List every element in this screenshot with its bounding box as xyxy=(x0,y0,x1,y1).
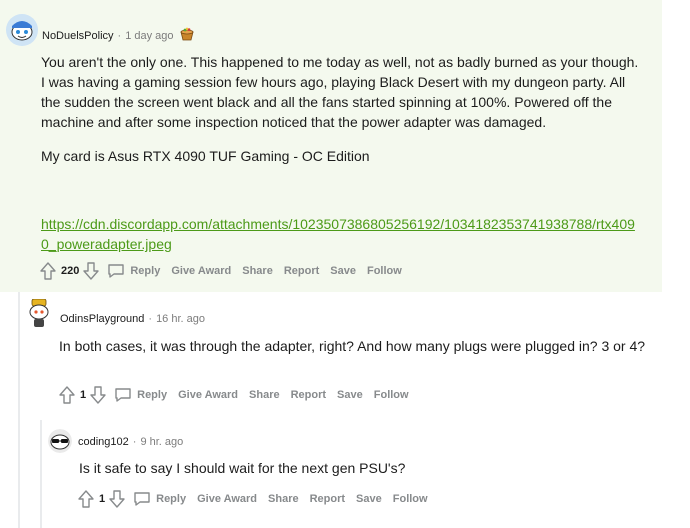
follow-button[interactable]: Follow xyxy=(393,493,428,505)
separator-dot: · xyxy=(117,29,122,42)
follow-button[interactable]: Follow xyxy=(374,389,409,401)
comment-paragraph: My card is Asus RTX 4090 TUF Gaming - OC… xyxy=(41,148,370,164)
reply-bubble-icon xyxy=(115,388,131,402)
report-button[interactable]: Report xyxy=(291,389,326,401)
comment-actions: 1 Reply Give Award Share Report Save Fol… xyxy=(78,490,439,508)
reply-button[interactable]: Reply xyxy=(114,387,167,403)
avatar[interactable] xyxy=(6,14,38,46)
share-button[interactable]: Share xyxy=(242,265,273,277)
separator-dot: · xyxy=(148,313,153,325)
save-button[interactable]: Save xyxy=(330,265,356,277)
reply-label: Reply xyxy=(156,493,187,505)
vote-count: 220 xyxy=(61,265,80,277)
award-icon[interactable] xyxy=(179,27,195,44)
comment-body: Is it safe to say I should wait for the … xyxy=(79,458,659,478)
timestamp[interactable]: 1 day ago xyxy=(125,30,173,42)
reply-button[interactable]: Reply xyxy=(107,263,160,279)
author-name[interactable]: coding102 xyxy=(78,436,129,448)
comment-paragraph: Is it safe to say I should wait for the … xyxy=(79,460,406,476)
report-button[interactable]: Report xyxy=(310,493,345,505)
comment-body: In both cases, it was through the adapte… xyxy=(59,336,649,356)
upvote-icon[interactable] xyxy=(59,386,75,404)
save-button[interactable]: Save xyxy=(356,493,382,505)
share-button[interactable]: Share xyxy=(268,493,299,505)
upvote-icon[interactable] xyxy=(78,490,94,508)
downvote-icon[interactable] xyxy=(83,262,100,280)
follow-button[interactable]: Follow xyxy=(367,265,402,277)
reply-button[interactable]: Reply xyxy=(133,491,186,507)
timestamp[interactable]: 9 hr. ago xyxy=(140,436,183,448)
give-award-button[interactable]: Give Award xyxy=(197,493,257,505)
comment-header: OdinsPlayground · 16 hr. ago xyxy=(60,313,205,325)
snoo-avatar-icon xyxy=(48,429,72,453)
timestamp[interactable]: 16 hr. ago xyxy=(156,313,205,325)
report-button[interactable]: Report xyxy=(284,265,319,277)
attachment-link[interactable]: https://cdn.discordapp.com/attachments/1… xyxy=(41,216,635,252)
save-button[interactable]: Save xyxy=(337,389,363,401)
author-name[interactable]: NoDuelsPolicy xyxy=(42,30,114,42)
give-award-button[interactable]: Give Award xyxy=(178,389,238,401)
share-button[interactable]: Share xyxy=(249,389,280,401)
vote-count: 1 xyxy=(80,389,87,401)
avatar[interactable] xyxy=(26,299,52,329)
comment-odinsplayground: OdinsPlayground · 16 hr. ago In both cas… xyxy=(0,296,690,420)
snoo-avatar-icon xyxy=(29,299,49,327)
comment-header: NoDuelsPolicy · 1 day ago xyxy=(42,27,195,44)
avatar[interactable] xyxy=(48,429,72,453)
upvote-icon[interactable] xyxy=(40,262,56,280)
reply-label: Reply xyxy=(137,389,168,401)
comment-noduelspolicy: NoDuelsPolicy · 1 day ago You aren't the… xyxy=(0,0,662,292)
comment-paragraph: In both cases, it was through the adapte… xyxy=(59,338,646,354)
snoo-avatar-icon xyxy=(6,14,38,46)
comment-header: coding102 · 9 hr. ago xyxy=(78,436,183,448)
reply-bubble-icon xyxy=(108,264,125,278)
give-award-button[interactable]: Give Award xyxy=(171,265,231,277)
vote-count: 1 xyxy=(99,493,106,505)
author-name[interactable]: OdinsPlayground xyxy=(60,313,144,325)
reply-label: Reply xyxy=(130,265,161,277)
comment-actions: 1 Reply Give Award Share Report Save Fol… xyxy=(59,386,420,404)
comment-actions: 220 Reply Give Award Share Report Save F… xyxy=(40,262,413,280)
comment-body: You aren't the only one. This happened t… xyxy=(41,52,641,254)
comment-coding102: coding102 · 9 hr. ago Is it safe to say … xyxy=(0,420,690,528)
reply-bubble-icon xyxy=(134,492,150,506)
downvote-icon[interactable] xyxy=(90,386,106,404)
downvote-icon[interactable] xyxy=(109,490,125,508)
comment-paragraph: You aren't the only one. This happened t… xyxy=(41,54,639,130)
separator-dot: · xyxy=(132,436,137,448)
